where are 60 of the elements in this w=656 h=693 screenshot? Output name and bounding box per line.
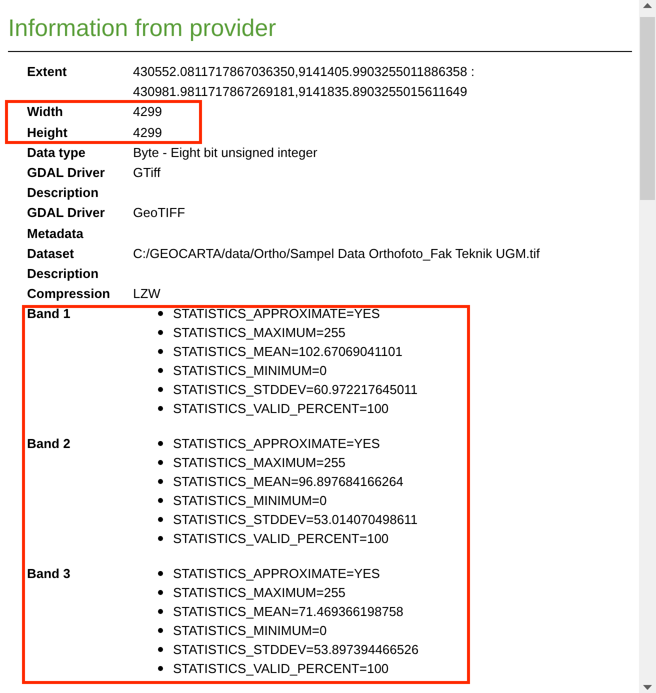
statistic-item: STATISTICS_APPROXIMATE=YES (173, 565, 380, 584)
field-value: GTiff (133, 164, 162, 182)
field-label: GDAL Driver Metadata (27, 204, 106, 243)
statistic-item: STATISTICS_VALID_PERCENT=100 (173, 530, 389, 548)
bullet-icon (158, 479, 163, 484)
statistic-item: STATISTICS_MINIMUM=0 (173, 362, 327, 380)
statistic-item: STATISTICS_STDDEV=60.972217645011 (173, 381, 418, 400)
bullet-icon (158, 536, 163, 542)
field-label: Extent (27, 63, 68, 81)
statistic-item: STATISTICS_MAXIMUM=255 (173, 454, 346, 472)
statistic-item: STATISTICS_MEAN=96.897684166264 (173, 473, 404, 492)
field-value: 4299 (133, 103, 163, 122)
scrollbar[interactable] (639, 0, 656, 693)
bullet-icon (158, 406, 163, 412)
statistic-item: STATISTICS_MEAN=71.469366198758 (173, 603, 404, 622)
bullet-icon (158, 441, 163, 446)
bullet-icon (158, 628, 163, 634)
statistic-item: STATISTICS_MINIMUM=0 (173, 622, 327, 640)
scroll-down-icon[interactable] (643, 685, 652, 690)
bullet-icon (158, 387, 163, 392)
bullet-icon (158, 590, 163, 596)
field-value: 4299 (133, 124, 163, 142)
field-value: LZW (133, 285, 162, 304)
statistic-item: STATISTICS_VALID_PERCENT=100 (173, 400, 389, 418)
bullet-icon (158, 647, 163, 652)
bullet-icon (158, 666, 163, 672)
field-label: GDAL Driver Description (27, 164, 106, 202)
bullet-icon (158, 517, 163, 522)
bullet-icon (158, 460, 163, 466)
field-label: Band 3 (27, 565, 72, 584)
statistic-item: STATISTICS_MAXIMUM=255 (173, 584, 346, 602)
bullet-icon (158, 349, 163, 354)
statistic-item: STATISTICS_VALID_PERCENT=100 (173, 660, 389, 678)
statistic-item: STATISTICS_APPROXIMATE=YES (173, 435, 380, 454)
statistic-item: STATISTICS_MAXIMUM=255 (173, 324, 346, 342)
scroll-up-icon[interactable] (643, 3, 652, 8)
field-label: Dataset Description (27, 244, 100, 284)
statistic-item: STATISTICS_STDDEV=53.014070498611 (173, 511, 418, 530)
field-value: Byte - Eight bit unsigned integer (133, 144, 318, 162)
field-value: GeoTIFF (133, 204, 186, 222)
bullet-icon (158, 330, 163, 336)
field-label: Compression (27, 285, 112, 304)
bullet-icon (158, 609, 163, 614)
statistic-item: STATISTICS_MINIMUM=0 (173, 492, 327, 510)
field-value: 430552.0811717867036350,9141405.9903255011886358 : 430981.9811717867269181,9141835.8903255015611649 (133, 63, 476, 102)
field-label: Band 1 (27, 305, 72, 324)
field-label: Band 2 (27, 435, 72, 454)
bullet-icon (158, 368, 163, 374)
field-value: C:/GEOCARTA/data/Ortho/Sampel Data Orthofoto_Fak Teknik UGM.tif (133, 244, 541, 263)
statistic-item: STATISTICS_STDDEV=53.897394466526 (173, 641, 419, 660)
bullet-icon (158, 311, 163, 316)
field-label: Width (27, 103, 64, 122)
field-label: Data type (27, 144, 87, 162)
statistic-item: STATISTICS_MEAN=102.67069041101 (173, 343, 402, 362)
scrollbar-thumb[interactable] (640, 17, 655, 200)
statistic-item: STATISTICS_APPROXIMATE=YES (173, 305, 380, 324)
bullet-icon (158, 498, 163, 504)
bullet-icon (158, 571, 163, 576)
page-heading: Information from provider (8, 14, 278, 44)
field-label: Height (27, 124, 68, 142)
